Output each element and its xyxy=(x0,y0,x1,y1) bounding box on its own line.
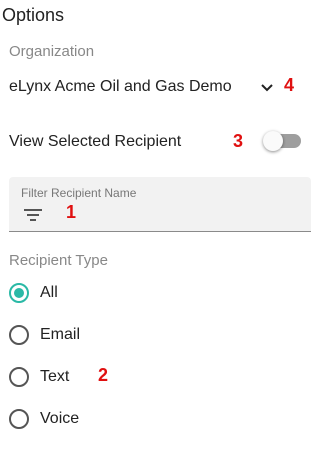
chevron-down-icon[interactable] xyxy=(259,79,275,95)
marker-toggle: 3 xyxy=(233,131,244,151)
radio-option-email[interactable]: Email xyxy=(9,323,80,347)
marker-organization: 4 xyxy=(284,75,295,95)
radio-button-all[interactable] xyxy=(9,283,29,303)
organization-label: Organization xyxy=(9,43,95,60)
radio-button-text[interactable] xyxy=(9,367,29,387)
radio-label-voice: Voice xyxy=(40,410,80,427)
radio-label-email: Email xyxy=(40,326,81,343)
organization-value: eLynx Acme Oil and Gas Demo xyxy=(9,78,232,95)
recipient-type-label: Recipient Type xyxy=(9,252,108,269)
organization-select[interactable]: eLynx Acme Oil and Gas Demo xyxy=(9,74,275,100)
radio-label-all: All xyxy=(40,284,58,301)
radio-label-text: Text xyxy=(40,368,70,385)
radio-option-voice[interactable]: Voice xyxy=(9,407,79,431)
view-selected-toggle[interactable] xyxy=(263,131,301,151)
filter-recipient-label: Filter Recipient Name xyxy=(21,186,137,200)
marker-filter: 1 xyxy=(66,202,77,222)
radio-option-text[interactable]: Text xyxy=(9,365,69,389)
panel-title: Options xyxy=(2,5,65,25)
radio-button-email[interactable] xyxy=(9,325,29,345)
marker-recipient-type: 2 xyxy=(98,365,109,385)
filter-recipient-input[interactable]: Filter Recipient Name xyxy=(9,177,311,232)
view-selected-label: View Selected Recipient xyxy=(9,133,182,150)
radio-button-voice[interactable] xyxy=(9,409,29,429)
view-selected-row: View Selected Recipient xyxy=(9,130,301,154)
options-panel: Options Organization eLynx Acme Oil and … xyxy=(0,0,321,466)
radio-option-all[interactable]: All xyxy=(9,281,58,305)
toggle-knob xyxy=(263,131,283,151)
filter-icon xyxy=(24,209,42,221)
